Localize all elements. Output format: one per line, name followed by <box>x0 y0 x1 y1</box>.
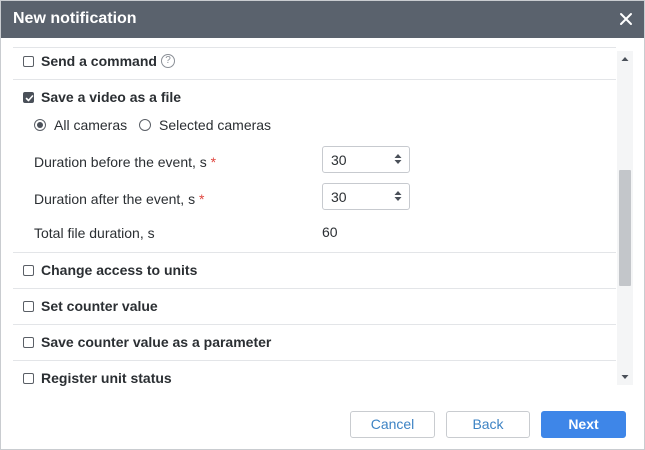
stepper-arrows-icon[interactable] <box>394 190 402 202</box>
duration-after-label: Duration after the event, s * <box>34 191 204 207</box>
close-icon[interactable] <box>618 11 634 27</box>
save-counter-param-label: Save counter value as a parameter <box>41 334 272 350</box>
total-duration-value: 60 <box>322 224 338 240</box>
back-button[interactable]: Back <box>446 411 530 438</box>
action-change-access[interactable]: Change access to units <box>13 253 616 289</box>
cancel-button[interactable]: Cancel <box>350 411 435 438</box>
next-button[interactable]: Next <box>541 411 626 438</box>
save-video-checkbox[interactable] <box>23 92 34 103</box>
send-command-label: Send a command <box>41 53 157 69</box>
required-mark: * <box>210 154 217 170</box>
duration-after-value[interactable]: 30 <box>331 189 347 205</box>
dialog-title: New notification <box>13 10 137 27</box>
set-counter-label: Set counter value <box>41 298 158 314</box>
duration-before-stepper[interactable]: 30 <box>322 146 410 173</box>
required-mark: * <box>198 191 205 207</box>
change-access-checkbox[interactable] <box>23 265 34 276</box>
selected-cameras-label[interactable]: Selected cameras <box>159 117 271 133</box>
action-send-command[interactable]: Send a command ? <box>13 47 616 80</box>
duration-before-text: Duration before the event, s <box>34 154 207 170</box>
duration-before-value[interactable]: 30 <box>331 152 347 168</box>
actions-list[interactable]: Send a command ? Save a video as a file … <box>13 47 633 387</box>
actions-content: Send a command ? Save a video as a file … <box>13 47 616 387</box>
save-video-label: Save a video as a file <box>41 89 182 105</box>
action-save-counter-param[interactable]: Save counter value as a parameter <box>13 325 616 361</box>
action-save-video: Save a video as a file All cameras Selec… <box>13 80 616 253</box>
register-status-checkbox[interactable] <box>23 373 34 384</box>
scroll-down-arrow-icon[interactable] <box>621 374 629 380</box>
selected-cameras-radio[interactable] <box>139 119 151 131</box>
new-notification-dialog: New notification Send a command ? Save a… <box>0 0 645 450</box>
question-circle-icon[interactable]: ? <box>161 54 175 68</box>
register-status-label: Register unit status <box>41 370 172 386</box>
scrollbar-thumb[interactable] <box>619 170 631 286</box>
set-counter-checkbox[interactable] <box>23 301 34 312</box>
action-set-counter[interactable]: Set counter value <box>13 289 616 325</box>
all-cameras-radio[interactable] <box>34 119 46 131</box>
dialog-footer: Cancel Back Next <box>1 397 644 449</box>
action-register-status[interactable]: Register unit status <box>13 361 616 387</box>
stepper-arrows-icon[interactable] <box>394 153 402 165</box>
save-counter-param-checkbox[interactable] <box>23 337 34 348</box>
vertical-scrollbar[interactable] <box>617 51 633 385</box>
scroll-up-arrow-icon[interactable] <box>621 56 629 62</box>
duration-before-label: Duration before the event, s * <box>34 154 216 170</box>
duration-after-text: Duration after the event, s <box>34 191 196 207</box>
send-command-checkbox[interactable] <box>23 56 34 67</box>
dialog-titlebar: New notification <box>1 1 644 38</box>
all-cameras-label[interactable]: All cameras <box>54 117 127 133</box>
change-access-label: Change access to units <box>41 262 198 278</box>
checkmark-icon <box>25 95 34 102</box>
duration-after-stepper[interactable]: 30 <box>322 183 410 210</box>
total-duration-label: Total file duration, s <box>34 225 155 241</box>
